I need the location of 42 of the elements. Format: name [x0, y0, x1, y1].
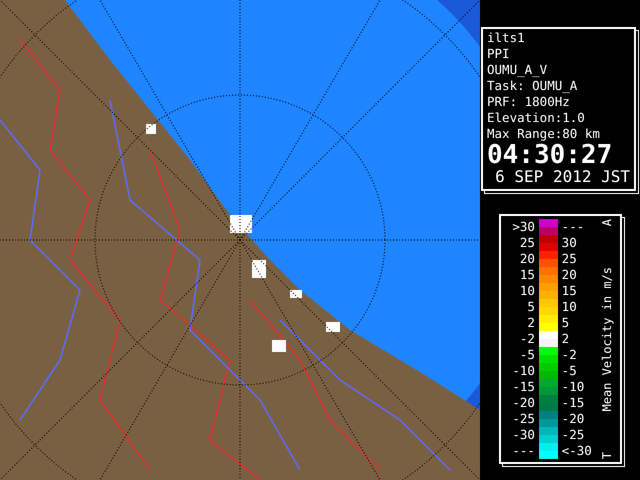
info-line: Task: OUMU_A: [487, 78, 578, 93]
legend-label: -5: [562, 363, 577, 378]
info-line: Elevation:1.0: [487, 110, 585, 125]
info-line: OUMU_A_V: [487, 62, 548, 77]
legend-label: ---: [562, 219, 584, 234]
legend-label: -2: [562, 347, 577, 362]
legend-label: 10: [520, 283, 535, 298]
legend-label: 20: [562, 267, 577, 282]
legend-label: 25: [562, 251, 577, 266]
legend-label: 2: [562, 331, 570, 346]
legend-label: 2: [527, 315, 535, 330]
legend-label: 25: [520, 235, 535, 250]
legend-label: -20: [512, 395, 535, 410]
legend-label: <-30: [562, 443, 592, 458]
legend-label: >30: [512, 219, 535, 234]
info-line: ilts1: [487, 30, 525, 45]
info-line: PPI: [487, 46, 510, 61]
time-label: 04:30:27: [487, 140, 612, 170]
legend-label: 10: [562, 299, 577, 314]
legend-title: Mean Velocity in m/s: [598, 266, 615, 412]
date-label: 6 SEP 2012 JST: [495, 167, 630, 186]
info-line: PRF: 1800Hz: [487, 94, 570, 109]
legend-label: -5: [520, 347, 535, 362]
legend-label: -10: [512, 363, 535, 378]
legend-label: -30: [512, 427, 535, 442]
legend-label: -25: [512, 411, 535, 426]
legend-label: -15: [562, 395, 584, 410]
legend-label: 30: [562, 235, 577, 250]
legend-label: ---: [512, 443, 535, 458]
info-line: Max Range:80 km: [487, 126, 600, 141]
legend-label: 5: [527, 299, 535, 314]
legend-label: 5: [562, 315, 570, 330]
legend-label: 20: [520, 251, 535, 266]
legend-label: -15: [512, 379, 535, 394]
legend-bottom-mark: T: [598, 452, 615, 459]
legend-label: -10: [562, 379, 584, 394]
legend-label: -20: [562, 411, 584, 426]
legend-label: 15: [520, 267, 535, 282]
legend-label: -2: [520, 331, 535, 346]
legend-label: -25: [562, 427, 584, 442]
legend-label: 15: [562, 283, 577, 298]
legend-top-mark: A: [598, 219, 615, 226]
